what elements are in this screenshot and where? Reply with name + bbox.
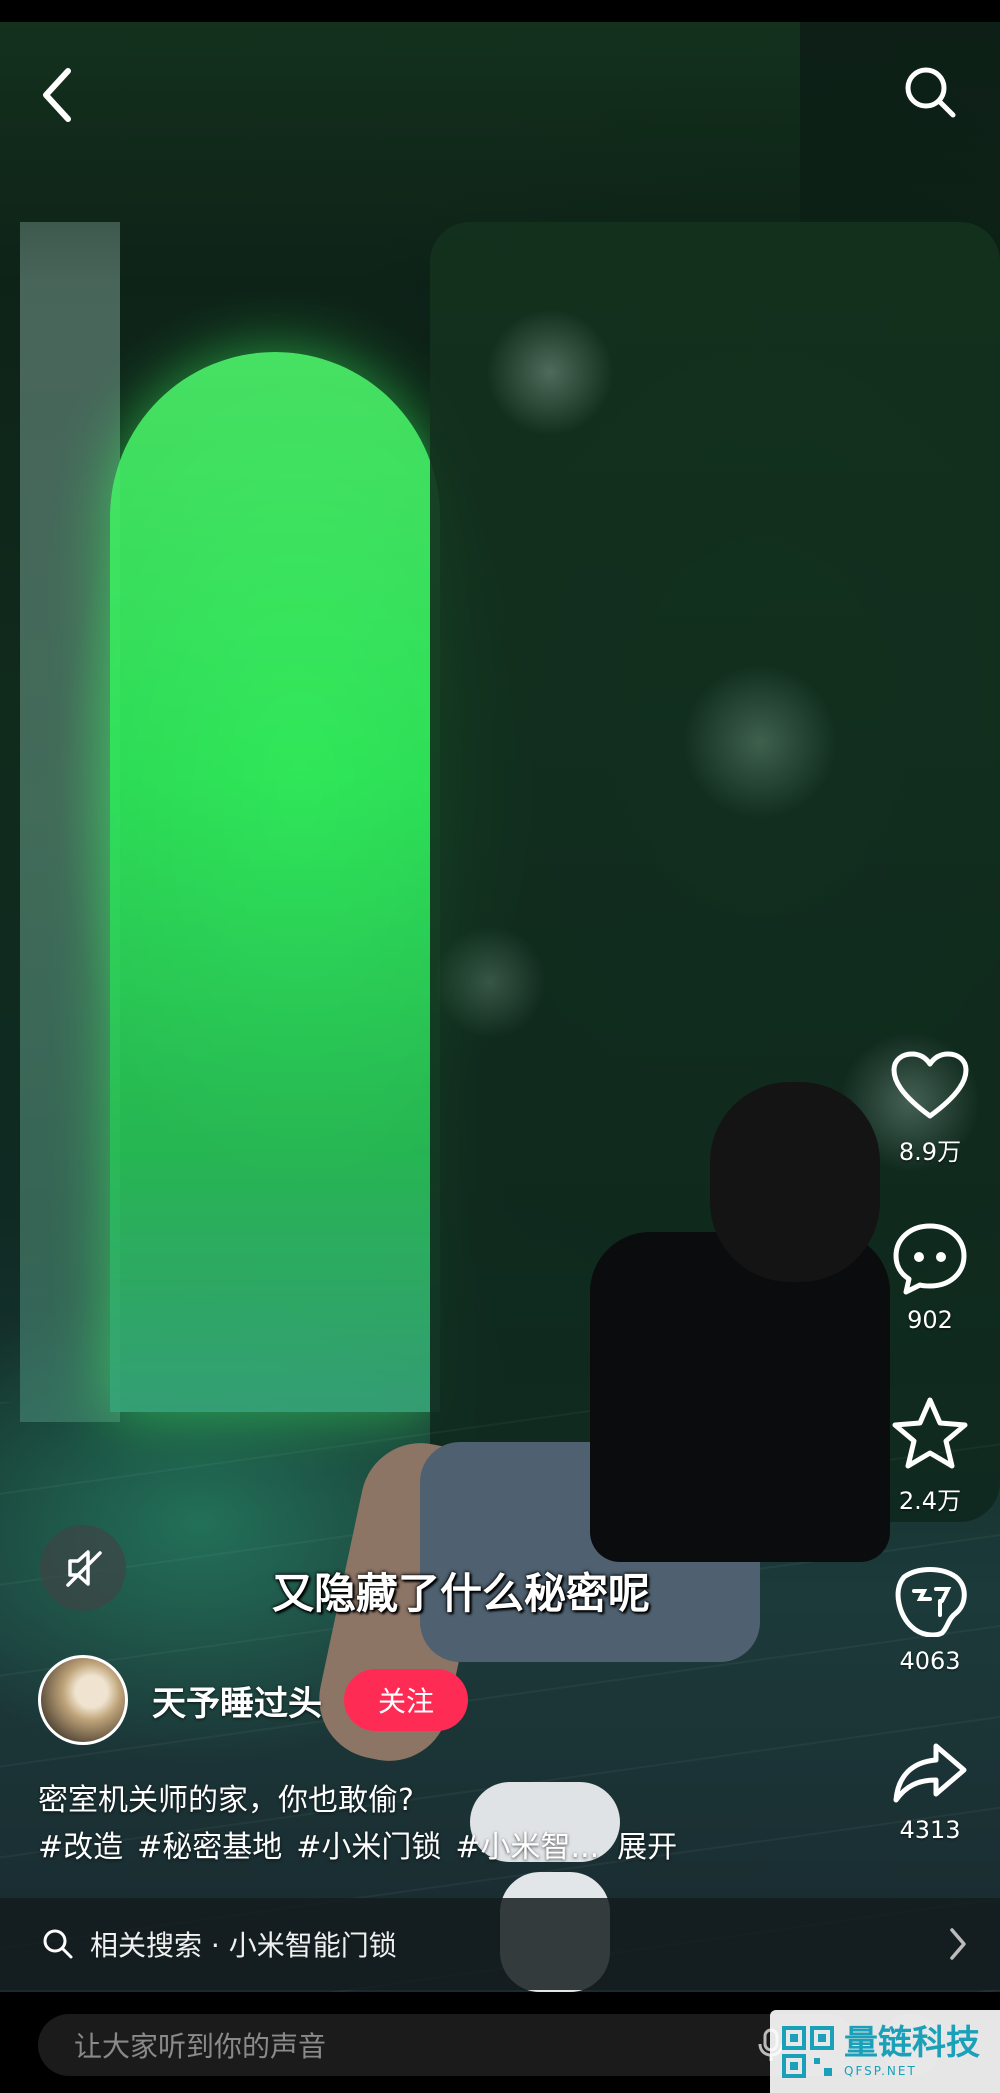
hashtag[interactable]: #改造 (38, 1830, 123, 1865)
like-button[interactable]: 8.9万 (880, 1050, 980, 1167)
comment-icon (893, 1223, 967, 1295)
share-arrow-icon (893, 1743, 967, 1803)
person-torso (590, 1232, 890, 1562)
related-search-bar[interactable]: 相关搜索 · 小米智能门锁 (0, 1898, 1000, 1990)
hashtag[interactable]: #秘密基地 (137, 1830, 282, 1865)
hanging-plants (0, 22, 800, 282)
comment-count: 902 (907, 1306, 953, 1334)
chevron-right-icon (950, 1928, 966, 1960)
qr-logo-icon (782, 2025, 834, 2078)
recommend-button[interactable]: 4063 (880, 1565, 980, 1675)
door-frame (20, 222, 120, 1422)
expand-button[interactable]: 展开 (617, 1830, 677, 1865)
favorite-button[interactable]: 2.4万 (880, 1395, 980, 1516)
watermark-subtitle: QFSP.NET (844, 2063, 917, 2078)
related-search-label: 相关搜索 · 小米智能门锁 (90, 1929, 397, 1962)
share-count: 4313 (899, 1816, 961, 1844)
author-row: 天予睡过头 关注 (38, 1655, 468, 1745)
heart-icon (891, 1051, 969, 1119)
comment-button[interactable]: 902 (880, 1220, 980, 1334)
recommend-count: 4063 (899, 1647, 961, 1675)
search-button[interactable] (898, 60, 962, 124)
status-strip (0, 0, 1000, 22)
watermark-title: 量链科技 (844, 2022, 980, 2063)
hashtag[interactable]: #小米门锁 (296, 1830, 441, 1865)
back-button[interactable] (30, 60, 86, 130)
mute-button[interactable] (40, 1525, 126, 1611)
video-subtitle: 又隐藏了什么秘密呢 (272, 1569, 651, 1618)
share-button[interactable]: 4313 (880, 1740, 980, 1844)
recommend-icon (895, 1567, 967, 1638)
favorite-count: 2.4万 (898, 1487, 962, 1515)
comment-placeholder: 让大家听到你的声音 (74, 2030, 327, 2063)
author-name[interactable]: 天予睡过头 (152, 1676, 322, 1725)
hashtag-list: #改造 #秘密基地 #小米门锁 #小米智... 展开 (38, 1822, 691, 1866)
watermark-logo: 量链科技 QFSP.NET (770, 2010, 1000, 2093)
speaker-muted-icon (66, 1550, 102, 1587)
hashtag[interactable]: #小米智... (455, 1830, 599, 1865)
search-icon (43, 1929, 73, 1959)
chevron-left-icon (43, 68, 71, 122)
search-icon (905, 67, 956, 118)
person-head (710, 1082, 880, 1282)
like-count: 8.9万 (898, 1138, 962, 1166)
star-icon (892, 1397, 968, 1469)
follow-button[interactable]: 关注 (344, 1669, 468, 1731)
post-description: 密室机关师的家，你也敢偷? (38, 1783, 414, 1818)
comment-input[interactable]: 让大家听到你的声音 (38, 2014, 858, 2076)
avatar[interactable] (38, 1655, 128, 1745)
